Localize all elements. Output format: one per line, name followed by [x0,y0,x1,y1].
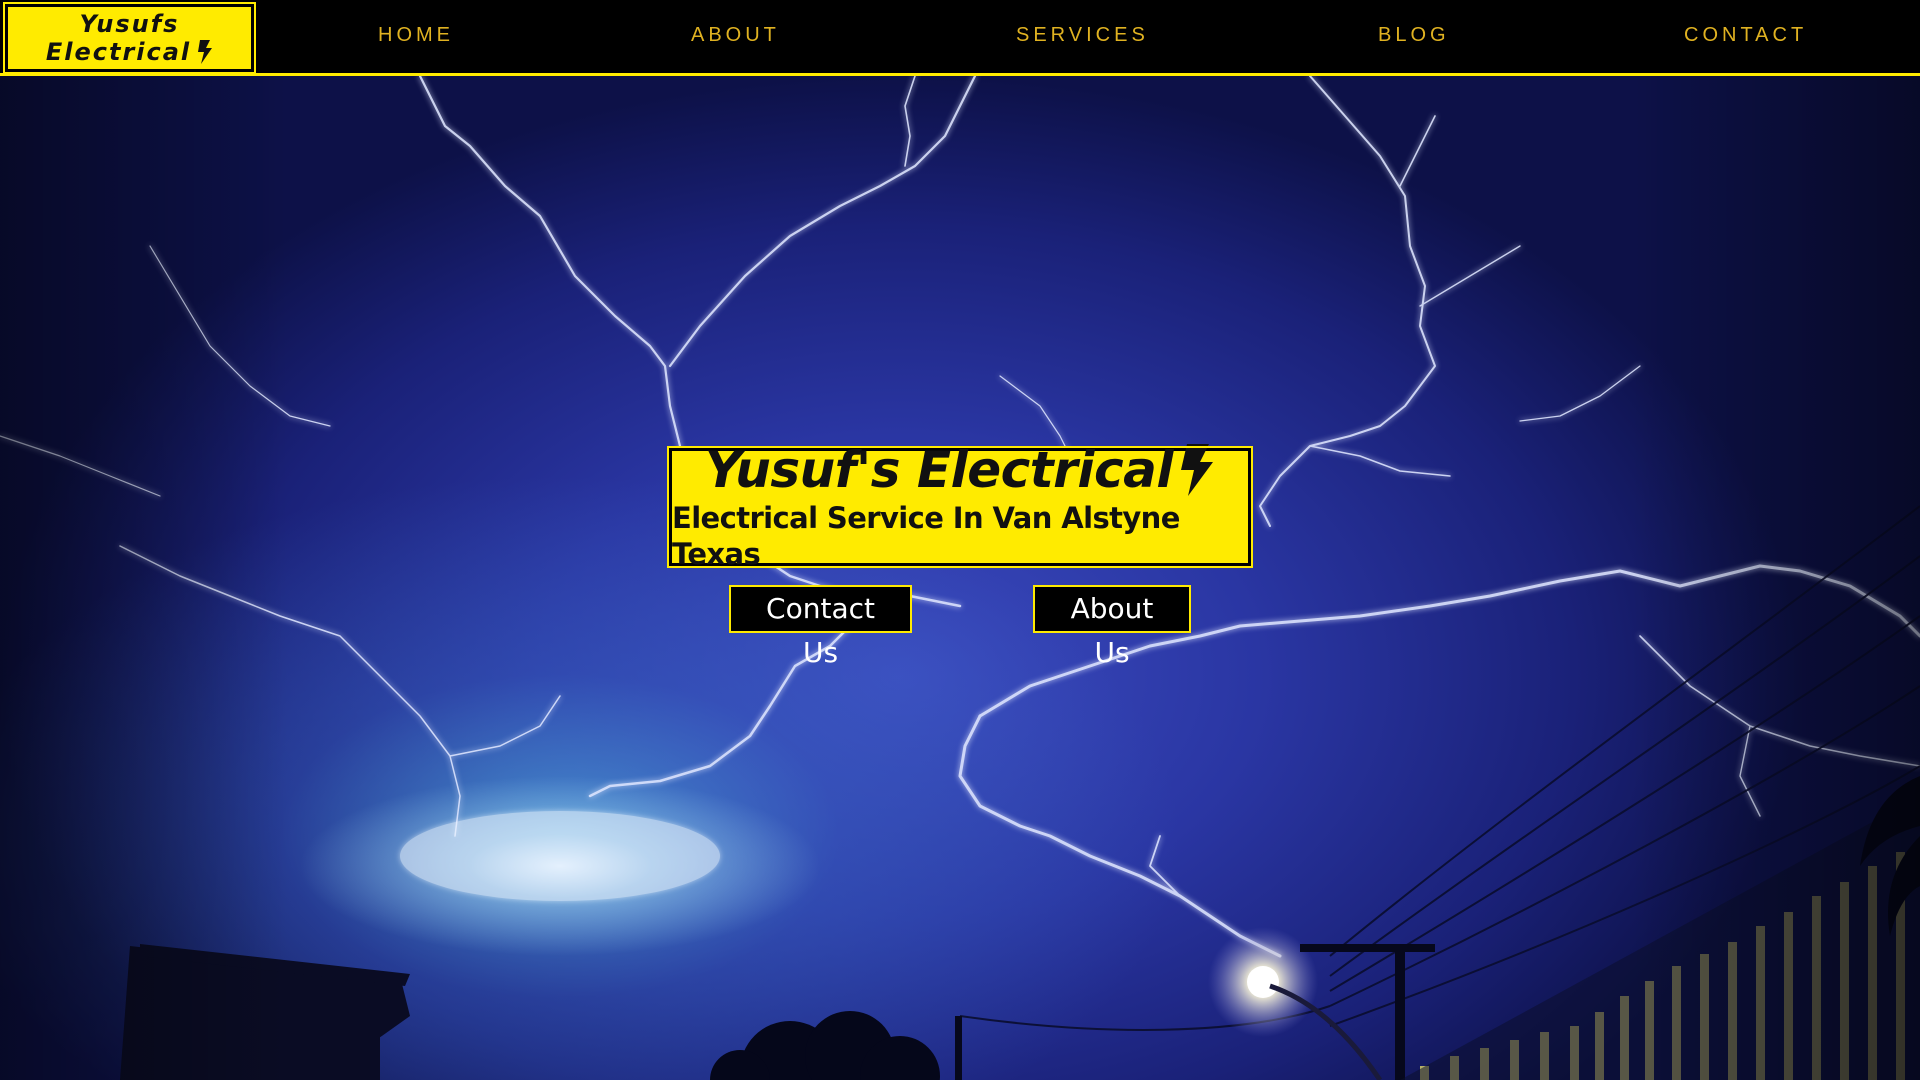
hero-title-box: Yusuf's Electrical Electrical Service In… [667,442,1253,571]
hero-subtitle: Electrical Service In Van Alstyne Texas [672,501,1180,571]
lightning-storm-background [0,76,1920,1080]
about-us-button[interactable]: About Us [1033,585,1191,669]
nav-home[interactable]: HOME [378,24,454,47]
hero-title: Yusuf's Electrical [705,442,1215,498]
navbar: Yusufs Electrical HOME ABOUT SERVICES BL… [0,0,1920,76]
main-nav: HOME ABOUT SERVICES BLOG CONTACT [0,0,1920,73]
lightning-bolt-icon [1180,444,1213,496]
nav-blog[interactable]: BLOG [1378,24,1450,47]
hero-title-text: Yusuf's Electrical [705,441,1173,499]
nav-services[interactable]: SERVICES [1016,24,1149,47]
nav-contact[interactable]: CONTACT [1684,24,1807,47]
nav-about[interactable]: ABOUT [691,24,780,47]
contact-us-button[interactable]: Contact Us [729,585,912,669]
hero-section: Yusuf's Electrical Electrical Service In… [0,76,1920,1080]
